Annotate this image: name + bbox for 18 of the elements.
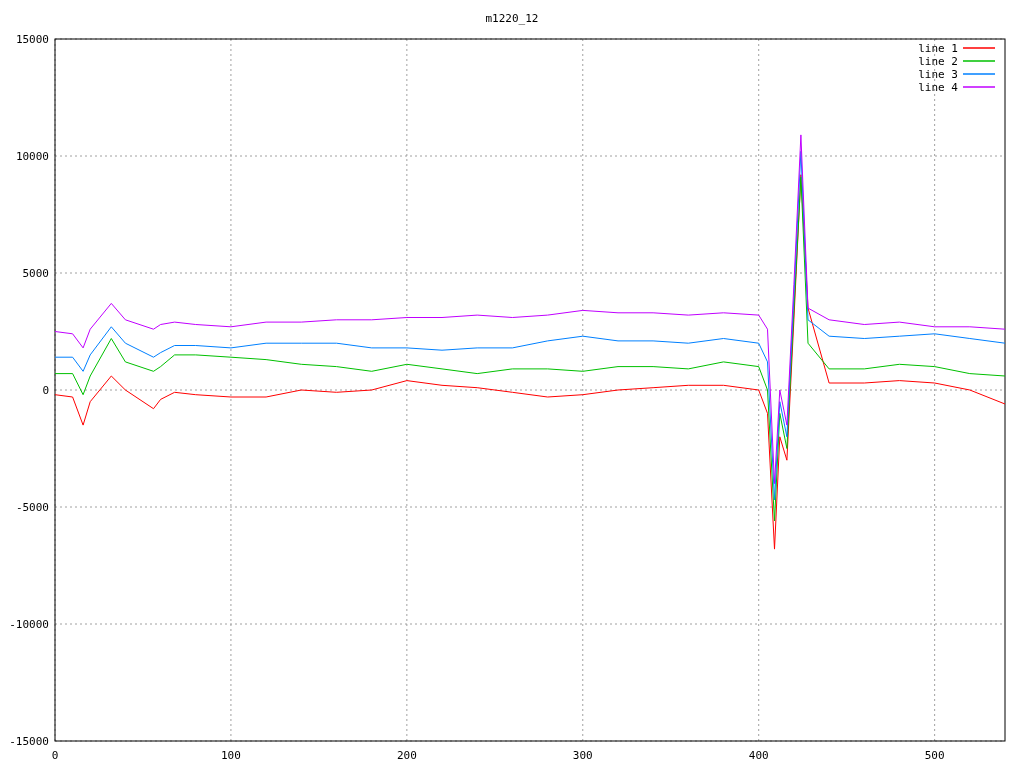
legend-label: line 1 — [918, 42, 958, 55]
x-tick-label: 300 — [572, 749, 593, 762]
y-tick-label: 5000 — [22, 267, 49, 280]
x-tick-label: 100 — [221, 749, 241, 762]
y-tick-label: -10000 — [9, 618, 49, 631]
x-tick-label: 200 — [396, 749, 417, 762]
y-tick-label: -5000 — [15, 501, 49, 514]
chart-title: m1220_12 — [485, 12, 539, 25]
y-tick-label: -15000 — [9, 735, 49, 748]
y-tick-label: 0 — [42, 384, 49, 397]
y-tick-label: 15000 — [15, 33, 49, 46]
x-tick-label: 500 — [924, 749, 945, 762]
x-tick-label: 0 — [51, 749, 59, 762]
y-tick-label: 10000 — [15, 150, 49, 163]
legend-label: line 2 — [918, 55, 958, 68]
x-tick-label: 400 — [748, 749, 769, 762]
legend-label: line 3 — [918, 68, 958, 81]
legend-label: line 4 — [918, 81, 958, 94]
